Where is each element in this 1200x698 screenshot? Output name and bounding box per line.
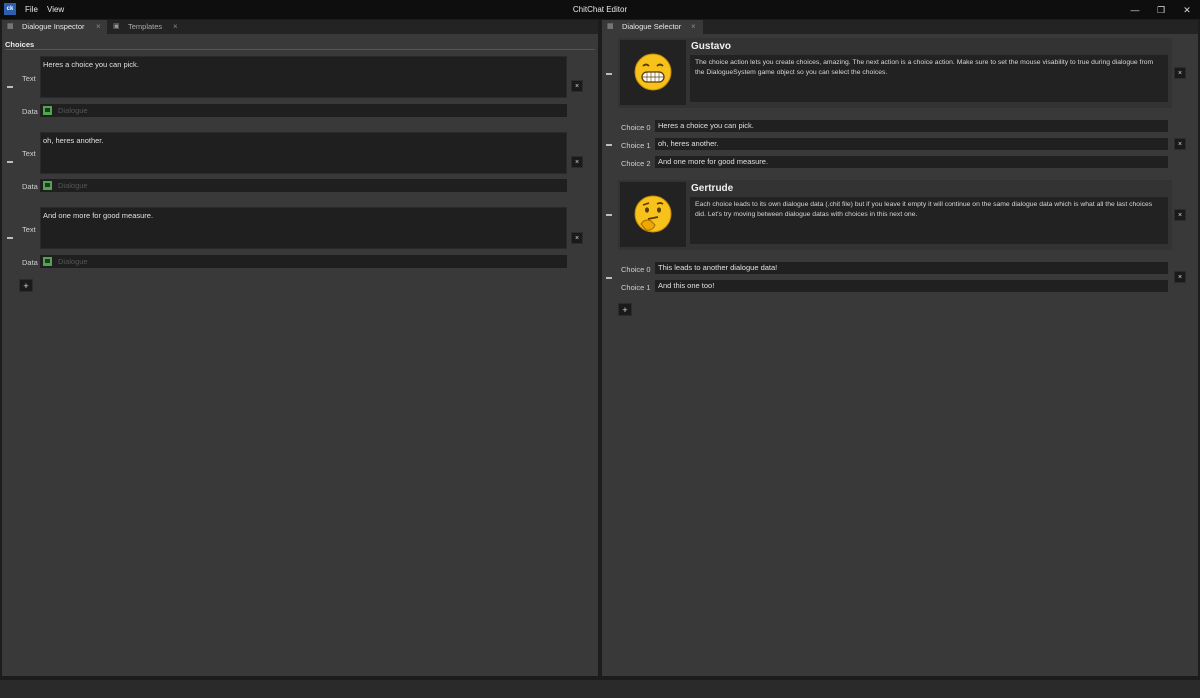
- template-icon: ▣: [113, 23, 120, 30]
- close-tab-icon[interactable]: ×: [96, 20, 101, 34]
- drag-handle-icon[interactable]: [606, 144, 612, 146]
- close-tab-icon[interactable]: ×: [691, 20, 696, 34]
- data-label: Data: [22, 107, 38, 116]
- drag-handle-icon[interactable]: [7, 237, 13, 239]
- dialogue-data-field[interactable]: Dialogue: [40, 179, 567, 192]
- data-placeholder: Dialogue: [58, 181, 88, 190]
- data-placeholder: Dialogue: [58, 106, 88, 115]
- drag-handle-icon[interactable]: [606, 277, 612, 279]
- dialogue-data-field[interactable]: Dialogue: [40, 255, 567, 268]
- grid-icon: ▦: [7, 23, 14, 30]
- tab-label: Dialogue Inspector: [22, 22, 85, 31]
- choice-label: Choice 2: [621, 159, 651, 168]
- status-bar: [0, 680, 1200, 698]
- choice-value-field[interactable]: And one more for good measure.: [655, 156, 1168, 168]
- maximize-button[interactable]: ❐: [1154, 3, 1168, 17]
- tab-dialogue-selector[interactable]: ▦ Dialogue Selector ×: [602, 20, 703, 34]
- thinking-face-icon: [634, 195, 672, 233]
- dialogue-text[interactable]: The choice action lets you create choice…: [690, 55, 1168, 102]
- choice-label: Choice 1: [621, 141, 651, 150]
- remove-choice-button[interactable]: ×: [571, 232, 583, 244]
- minimize-button[interactable]: —: [1128, 3, 1142, 17]
- drag-handle-icon[interactable]: [606, 214, 612, 216]
- speaker-portrait: [620, 40, 686, 105]
- choice-label: Choice 1: [621, 283, 651, 292]
- data-placeholder: Dialogue: [58, 257, 88, 266]
- menu-view[interactable]: View: [47, 5, 64, 14]
- remove-choice-button[interactable]: ×: [571, 156, 583, 168]
- remove-entry-button[interactable]: ×: [1174, 67, 1186, 79]
- dialogue-inspector-panel: ▦ Dialogue Inspector × ▣ Templates × Cho…: [2, 20, 598, 676]
- text-label: Text: [22, 225, 36, 234]
- dialogue-selector-panel: ▦ Dialogue Selector × Gustavo The choice…: [602, 20, 1198, 676]
- drag-handle-icon[interactable]: [7, 161, 13, 163]
- choice-text-input[interactable]: oh, heres another.: [40, 132, 567, 174]
- remove-choices-button[interactable]: ×: [1174, 138, 1186, 150]
- tab-label: Templates: [128, 22, 163, 31]
- tab-templates[interactable]: ▣ Templates ×: [108, 20, 184, 34]
- choice-value-field[interactable]: And this one too!: [655, 280, 1168, 292]
- add-entry-button[interactable]: +: [618, 303, 632, 316]
- app-logo-icon: ck: [4, 3, 16, 15]
- remove-choice-button[interactable]: ×: [571, 80, 583, 92]
- choice-label: Choice 0: [621, 265, 651, 274]
- add-choice-button[interactable]: +: [19, 279, 33, 292]
- dialogue-asset-icon: [43, 257, 52, 266]
- tab-dialogue-inspector[interactable]: ▦ Dialogue Inspector ×: [2, 20, 107, 34]
- speaker-name: Gertrude: [691, 183, 734, 194]
- choice-value-field[interactable]: This leads to another dialogue data!: [655, 262, 1168, 274]
- speaker-portrait: [620, 182, 686, 247]
- close-window-button[interactable]: ✕: [1180, 3, 1194, 17]
- tab-label: Dialogue Selector: [622, 22, 682, 31]
- title-bar: ck File View ChitChat Editor — ❐ ✕: [0, 0, 1200, 19]
- choice-value-field[interactable]: Heres a choice you can pick.: [655, 120, 1168, 132]
- data-label: Data: [22, 258, 38, 267]
- data-label: Data: [22, 182, 38, 191]
- remove-entry-button[interactable]: ×: [1174, 209, 1186, 221]
- menu-file[interactable]: File: [25, 5, 38, 14]
- remove-choices-button[interactable]: ×: [1174, 271, 1186, 283]
- speaker-name: Gustavo: [691, 41, 732, 52]
- grinning-face-icon: [634, 53, 672, 91]
- right-tab-bar: ▦ Dialogue Selector ×: [602, 20, 1198, 34]
- divider: [5, 49, 595, 50]
- drag-handle-icon[interactable]: [7, 86, 13, 88]
- section-title-choices: Choices: [5, 40, 35, 49]
- dialogue-text[interactable]: Each choice leads to its own dialogue da…: [690, 197, 1168, 244]
- dialogue-data-field[interactable]: Dialogue: [40, 104, 567, 117]
- dialogue-asset-icon: [43, 106, 52, 115]
- dialogue-asset-icon: [43, 181, 52, 190]
- drag-handle-icon[interactable]: [606, 73, 612, 75]
- choice-text-input[interactable]: And one more for good measure.: [40, 207, 567, 249]
- text-label: Text: [22, 149, 36, 158]
- choice-text-input[interactable]: Heres a choice you can pick.: [40, 56, 567, 98]
- window-title: ChitChat Editor: [572, 5, 628, 14]
- choice-label: Choice 0: [621, 123, 651, 132]
- left-tab-bar: ▦ Dialogue Inspector × ▣ Templates ×: [2, 20, 598, 34]
- close-tab-icon[interactable]: ×: [173, 20, 178, 34]
- text-label: Text: [22, 74, 36, 83]
- choice-value-field[interactable]: oh, heres another.: [655, 138, 1168, 150]
- grid-icon: ▦: [607, 23, 614, 30]
